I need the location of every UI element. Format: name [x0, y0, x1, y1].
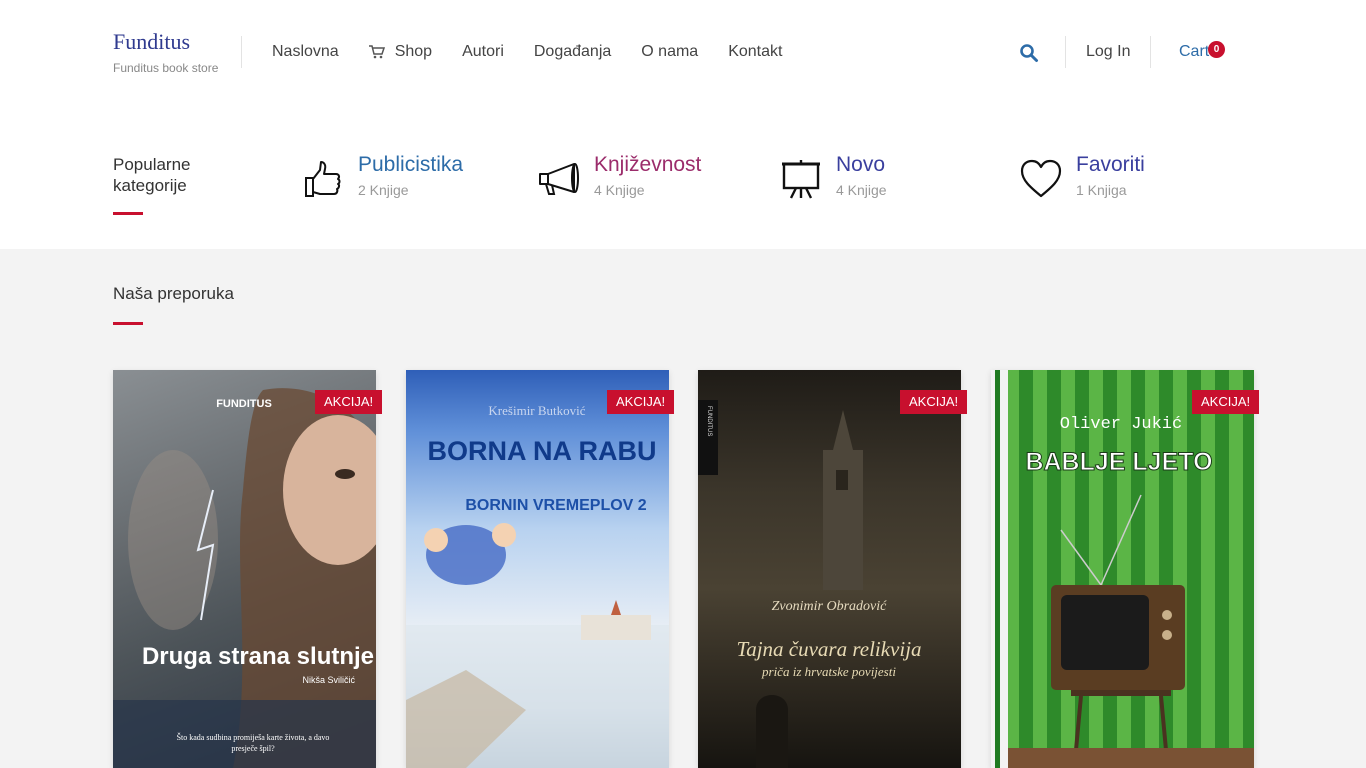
book-publisher: FUNDITUS: [216, 398, 272, 410]
category-title[interactable]: Publicistika: [358, 154, 463, 176]
nav-item-shop-label: Shop: [394, 43, 433, 60]
category-publicistika[interactable]: Publicistika 2 Knjige: [302, 154, 463, 200]
recommended-heading: Naša preporuka: [113, 284, 234, 303]
logo-title[interactable]: Funditus: [113, 30, 218, 54]
cart-count-badge: 0: [1208, 41, 1225, 58]
category-novo[interactable]: Novo 4 Knjige: [780, 154, 887, 200]
nav-item-autori[interactable]: Autori: [462, 43, 504, 61]
nav-item-kontakt[interactable]: Kontakt: [728, 43, 782, 61]
nav-item-dogadanja[interactable]: Događanja: [534, 43, 611, 61]
book-publisher: FUNDITUS: [706, 406, 712, 436]
category-favoriti[interactable]: Favoriti 1 Knjiga: [1020, 154, 1145, 200]
cart-link[interactable]: Cart: [1179, 43, 1209, 61]
category-knjizevnost[interactable]: Književnost 4 Knjige: [538, 154, 701, 200]
accent-line: [113, 322, 143, 325]
sale-badge: AKCIJA!: [900, 390, 968, 414]
book-author: Krešimir Butković: [488, 403, 585, 418]
category-title[interactable]: Novo: [836, 154, 887, 176]
book-cover-title: Druga strana slutnje: [142, 643, 374, 670]
book-card[interactable]: FUNDITUS Druga strana slutnje Nikša Svil…: [113, 370, 376, 768]
category-title[interactable]: Favoriti: [1076, 154, 1145, 176]
book-author: Oliver Jukić: [1060, 415, 1182, 434]
category-count: 4 Knjige: [594, 182, 645, 198]
divider: [1150, 36, 1151, 68]
popular-categories-heading: Popularne kategorije: [113, 155, 191, 195]
logo[interactable]: Funditus Funditus book store: [113, 30, 219, 76]
book-cover-image: Krešimir Butković BORNA NA RABU BORNIN V…: [406, 403, 669, 768]
book-subtitle: priča iz hrvatske povijesti: [761, 664, 896, 679]
book-card[interactable]: Krešimir Butković BORNA NA RABU BORNIN V…: [406, 370, 669, 768]
book-subtitle: BORNIN VREMEPLOV 2: [465, 497, 646, 514]
nav-item-shop[interactable]: Shop: [368, 43, 433, 61]
book-author: Nikša Sviličić: [302, 675, 355, 685]
book-cover-image: FUNDITUS Zvonimir Obradović Tajna čuvara…: [698, 400, 922, 768]
heart-icon: [1020, 159, 1062, 198]
site-header: Funditus Funditus book store Naslovna Sh…: [0, 0, 1366, 105]
category-count: 4 Knjige: [836, 182, 887, 198]
nav-item-naslovna[interactable]: Naslovna: [272, 43, 339, 61]
book-blurb: Što kada sudbina promiješa karte života,…: [176, 733, 330, 753]
book-card[interactable]: Oliver Jukić BABLJE LJETO: [991, 370, 1254, 768]
book-cover-title: BABLJE LJETO: [1025, 448, 1212, 476]
category-title[interactable]: Književnost: [594, 154, 701, 176]
book-card[interactable]: FUNDITUS Zvonimir Obradović Tajna čuvara…: [698, 370, 961, 768]
search-icon[interactable]: [1019, 43, 1039, 63]
category-count: 1 Knjiga: [1076, 182, 1127, 198]
book-cover-image: Oliver Jukić BABLJE LJETO: [991, 370, 1254, 768]
easel-icon: [782, 160, 820, 199]
shopping-cart-icon: [368, 45, 385, 59]
category-count: 2 Knjige: [358, 182, 409, 198]
megaphone-icon: [539, 163, 579, 195]
divider: [241, 36, 242, 68]
main-nav: Naslovna Shop Autori Događanja O nama Ko…: [272, 43, 812, 61]
nav-item-o-nama[interactable]: O nama: [641, 43, 698, 61]
accent-line: [113, 212, 143, 215]
divider: [1065, 36, 1066, 68]
book-author: Zvonimir Obradović: [772, 599, 888, 614]
login-link[interactable]: Log In: [1086, 43, 1130, 61]
book-cover-title: Tajna čuvara relikvija: [736, 637, 921, 661]
thumbs-up-icon: [305, 161, 341, 197]
book-cover-image: FUNDITUS Druga strana slutnje Nikša Svil…: [113, 388, 376, 768]
sale-badge: AKCIJA!: [607, 390, 675, 414]
sale-badge: AKCIJA!: [1192, 390, 1260, 414]
book-cover-title: BORNA NA RABU: [428, 436, 657, 466]
sale-badge: AKCIJA!: [315, 390, 383, 414]
logo-tagline: Funditus book store: [113, 61, 219, 75]
